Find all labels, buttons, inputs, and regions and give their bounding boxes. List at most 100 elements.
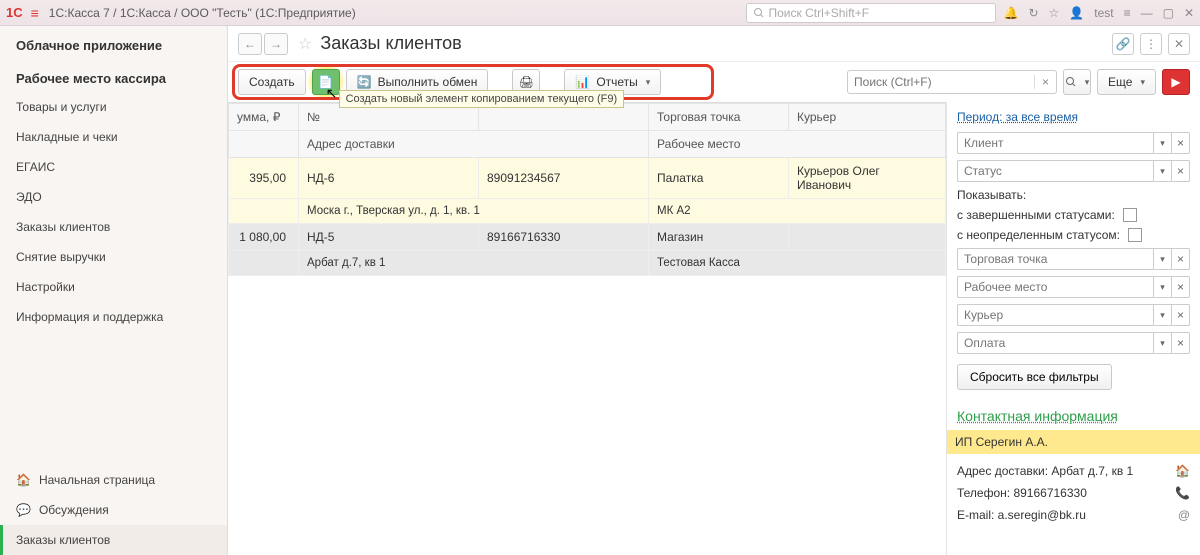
table-row[interactable]: 395,00 НД-6 89091234567 Палатка Курьеров…	[229, 158, 946, 199]
reports-label: Отчеты	[596, 75, 637, 89]
sidebar-item-orders[interactable]: Заказы клиентов	[0, 212, 227, 242]
checkbox[interactable]	[1128, 228, 1142, 242]
chat-icon: 💬	[16, 503, 31, 517]
grid-search[interactable]: ×	[847, 70, 1057, 94]
contact-title[interactable]: Контактная информация	[957, 408, 1190, 424]
history-icon[interactable]: ↻	[1028, 6, 1038, 20]
search-icon	[1065, 76, 1077, 88]
sidebar-item-withdraw[interactable]: Снятие выручки	[0, 242, 227, 272]
close-icon[interactable]: ✕	[1184, 6, 1194, 20]
contact-email: E-mail: a.seregin@bk.ru	[957, 508, 1086, 522]
global-search[interactable]: Поиск Ctrl+Shift+F	[746, 3, 996, 23]
filter-client[interactable]	[957, 132, 1154, 154]
more-icon[interactable]: ⋮	[1140, 33, 1162, 55]
create-button[interactable]: Создать	[238, 69, 306, 95]
bell-icon[interactable]: 🔔	[1004, 6, 1019, 20]
home-icon[interactable]: 🏠	[1175, 464, 1190, 478]
contact-name[interactable]: ИП Серегин А.А.	[947, 430, 1200, 454]
link-icon[interactable]: 🔗	[1112, 33, 1134, 55]
user-name[interactable]: test	[1094, 6, 1113, 20]
cell-phone: 89091234567	[479, 158, 649, 199]
sidebar-item-invoices[interactable]: Накладные и чеки	[0, 122, 227, 152]
clear-icon[interactable]: ×	[1172, 304, 1190, 326]
exchange-icon: 🔄	[357, 75, 372, 89]
clear-icon[interactable]: ×	[1172, 248, 1190, 270]
filter-outlet[interactable]	[957, 248, 1154, 270]
filter-status[interactable]	[957, 160, 1154, 182]
home-icon: 🏠	[16, 473, 31, 487]
checkbox[interactable]	[1123, 208, 1137, 222]
filter-workplace[interactable]	[957, 276, 1154, 298]
sidebar-orders-open[interactable]: Заказы клиентов	[0, 525, 227, 555]
star-icon[interactable]: ☆	[1049, 6, 1060, 20]
show-label: Показывать:	[957, 188, 1190, 202]
favorite-icon[interactable]: ☆	[298, 34, 312, 54]
sidebar-home[interactable]: 🏠 Начальная страница	[0, 465, 227, 495]
orders-grid[interactable]: умма, ₽ № Торговая точка Курьер Адрес до…	[228, 102, 946, 555]
clear-icon[interactable]: ×	[1172, 160, 1190, 182]
cell-num: НД-6	[299, 158, 479, 199]
sidebar-orders-label: Заказы клиентов	[16, 533, 110, 547]
table-row-sub[interactable]: Моска г., Тверская ул., д. 1, кв. 1 МК А…	[229, 199, 946, 224]
cell-phone: 89166716330	[479, 224, 649, 251]
dropdown-icon[interactable]: ▾	[1154, 304, 1172, 326]
col-outlet[interactable]: Торговая точка	[649, 104, 789, 131]
grid-search-input[interactable]	[848, 75, 1034, 89]
sidebar-item-settings[interactable]: Настройки	[0, 272, 227, 302]
menu-icon[interactable]: ≡	[31, 5, 39, 21]
check-undefined[interactable]: с неопределенным статусом:	[957, 228, 1190, 242]
maximize-icon[interactable]: ▢	[1163, 6, 1174, 20]
dropdown-icon[interactable]: ▾	[1154, 160, 1172, 182]
reset-filters-button[interactable]: Сбросить все фильтры	[957, 364, 1112, 390]
filter-courier[interactable]	[957, 304, 1154, 326]
run-button[interactable]: ▶	[1162, 69, 1190, 95]
email-icon[interactable]: @	[1178, 508, 1190, 522]
more-button[interactable]: Еще	[1097, 69, 1156, 95]
dropdown-icon[interactable]: ▾	[1154, 248, 1172, 270]
dropdown-icon[interactable]: ▾	[1154, 132, 1172, 154]
window-title: 1С:Касса 7 / 1С:Касса / ООО "Тесть" (1С:…	[49, 6, 746, 20]
check-completed[interactable]: с завершенными статусами:	[957, 208, 1190, 222]
nav-back[interactable]: ←	[238, 33, 262, 55]
table-row-sub[interactable]: Арбат д.7, кв 1 Тестовая Касса	[229, 251, 946, 276]
dropdown-icon[interactable]: ▾	[1154, 276, 1172, 298]
cell-num: НД-5	[299, 224, 479, 251]
print-icon: 🖨	[519, 75, 534, 89]
search-clear[interactable]: ×	[1034, 75, 1056, 89]
clear-icon[interactable]: ×	[1172, 132, 1190, 154]
page-title: Заказы клиентов	[320, 33, 461, 54]
cell-workplace: МК А2	[649, 199, 946, 224]
nav-forward[interactable]: →	[264, 33, 288, 55]
sidebar-item-egais[interactable]: ЕГАИС	[0, 152, 227, 182]
clear-icon[interactable]: ×	[1172, 332, 1190, 354]
check-label: с завершенными статусами:	[957, 208, 1115, 222]
phone-icon[interactable]: 📞	[1175, 486, 1190, 500]
sidebar-group-cashier[interactable]: Рабочее место кассира	[0, 59, 227, 92]
minimize-icon[interactable]: —	[1141, 6, 1153, 20]
sidebar-item-info[interactable]: Информация и поддержка	[0, 302, 227, 332]
col-courier[interactable]: Курьер	[789, 104, 946, 131]
col-workplace[interactable]: Рабочее место	[649, 131, 946, 158]
sidebar-discuss[interactable]: 💬 Обсуждения	[0, 495, 227, 525]
cell-addr: Арбат д.7, кв 1	[299, 251, 649, 276]
play-icon: ▶	[1171, 75, 1180, 89]
content-header: ← → ☆ Заказы клиентов 🔗 ⋮ ✕	[228, 26, 1200, 62]
sidebar-item-edo[interactable]: ЭДО	[0, 182, 227, 212]
settings-icon[interactable]: ≡	[1124, 6, 1131, 20]
search-options[interactable]	[1063, 69, 1091, 95]
close-panel-icon[interactable]: ✕	[1168, 33, 1190, 55]
filter-payment[interactable]	[957, 332, 1154, 354]
cell-outlet: Палатка	[649, 158, 789, 199]
col-addr[interactable]: Адрес доставки	[299, 131, 649, 158]
sidebar-group-cloud[interactable]: Облачное приложение	[0, 26, 227, 59]
table-row[interactable]: 1 080,00 НД-5 89166716330 Магазин	[229, 224, 946, 251]
cell-courier	[789, 224, 946, 251]
reports-icon: 📊	[575, 75, 590, 89]
clear-icon[interactable]: ×	[1172, 276, 1190, 298]
col-sum[interactable]: умма, ₽	[229, 104, 299, 131]
period-link[interactable]: Период: за все время	[957, 110, 1078, 124]
copy-button[interactable]: 📄	[312, 69, 340, 95]
sidebar-item-goods[interactable]: Товары и услуги	[0, 92, 227, 122]
dropdown-icon[interactable]: ▾	[1154, 332, 1172, 354]
user-icon[interactable]: 👤	[1069, 6, 1084, 20]
